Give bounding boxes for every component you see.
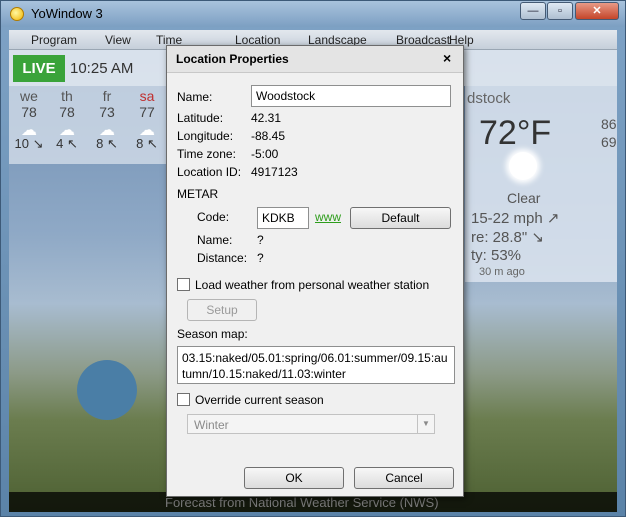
longitude-label: Longitude: — [177, 129, 234, 143]
www-link[interactable]: www — [315, 210, 341, 224]
clock-readout: 10:25 AM — [70, 60, 134, 77]
close-window-button[interactable]: ✕ — [575, 2, 619, 20]
high-temperature: 86 — [601, 116, 617, 132]
forecast-wind: 4 ↖ — [56, 136, 78, 151]
current-temperature: 72°F — [479, 114, 552, 152]
forecast-day-name: sa — [139, 88, 155, 104]
minimize-button[interactable]: — — [520, 2, 546, 20]
forecast-high: 78 — [59, 104, 75, 120]
latitude-label: Latitude: — [177, 111, 224, 125]
wind-readout: 15-22 mph ↗ — [471, 210, 560, 227]
longitude-value: -88.45 — [251, 129, 286, 143]
timezone-label: Time zone: — [177, 147, 236, 161]
yowindow-app-icon — [10, 7, 24, 21]
distance-value: ? — [257, 251, 264, 265]
location-id-label: Location ID: — [177, 165, 242, 179]
location-name[interactable]: dstock — [467, 90, 510, 107]
dialog-titlebar[interactable]: Location Properties × — [167, 46, 463, 73]
timezone-value: -5:00 — [251, 147, 279, 161]
tree-illustration — [77, 360, 137, 420]
season-select[interactable]: Winter ▼ — [187, 414, 435, 434]
window-title: YoWindow 3 — [31, 6, 103, 21]
forecast-source-text: Forecast from National Weather Service (… — [165, 495, 439, 510]
forecast-day[interactable]: th 78 ☁ 4 ↖ — [49, 88, 85, 152]
maximize-button[interactable]: ▫ — [547, 2, 573, 20]
latitude-value: 42.31 — [251, 111, 282, 125]
menu-view[interactable]: View — [105, 33, 131, 47]
override-season-label[interactable]: Override current season — [195, 393, 324, 407]
name-input[interactable]: Woodstock — [251, 85, 451, 107]
metar-name-label: Name: — [197, 233, 233, 247]
live-button[interactable]: LIVE — [13, 55, 65, 82]
setup-button[interactable]: Setup — [187, 299, 257, 321]
cloud-icon: ☁ — [21, 122, 37, 139]
name-label: Name: — [177, 90, 213, 104]
observation-age: 30 m ago — [479, 266, 525, 278]
condition-text: Clear — [507, 190, 541, 206]
humidity-readout: ty: 53% — [471, 247, 522, 264]
pressure-readout: re: 28.8" ↘ — [471, 229, 544, 246]
forecast-day-name: th — [61, 88, 73, 104]
metar-code-input[interactable]: KDKB — [257, 207, 309, 229]
cloud-icon: ☁ — [99, 122, 115, 139]
sun-icon — [509, 152, 537, 180]
forecast-day-name: we — [20, 88, 38, 104]
low-temperature: 69 — [601, 134, 617, 150]
forecast-day[interactable]: fr 73 ☁ 8 ↖ — [89, 88, 125, 152]
forecast-day-name: fr — [102, 88, 112, 104]
code-label: Code: — [197, 210, 230, 224]
season-map-input[interactable]: 03.15:naked/05.01:spring/06.01:summer/09… — [177, 346, 455, 384]
forecast-panel: we 78 ☁ 10 ↘ th 78 ☁ 4 ↖ fr 73 ☁ 8 ↖ sa … — [9, 86, 169, 164]
metar-name-value: ? — [257, 233, 264, 247]
menu-program[interactable]: Program — [31, 33, 77, 47]
ok-button[interactable]: OK — [244, 467, 344, 489]
forecast-high: 77 — [139, 104, 155, 120]
cloud-icon: ☁ — [139, 122, 155, 139]
season-select-value: Winter — [194, 418, 229, 432]
location-properties-dialog: Location Properties × Name: Woodstock La… — [166, 45, 464, 497]
load-pws-checkbox[interactable] — [177, 278, 190, 291]
default-button[interactable]: Default — [350, 207, 451, 229]
window-titlebar[interactable]: YoWindow 3 — ▫ ✕ — [1, 1, 625, 27]
chevron-down-icon: ▼ — [417, 415, 434, 433]
override-season-checkbox[interactable] — [177, 393, 190, 406]
close-icon[interactable]: × — [443, 50, 451, 66]
forecast-wind: 10 ↘ — [14, 136, 44, 151]
cloud-icon: ☁ — [59, 122, 75, 139]
location-id-value: 4917123 — [251, 165, 298, 179]
metar-heading: METAR — [177, 187, 219, 201]
dialog-title: Location Properties — [176, 52, 289, 66]
forecast-wind: 8 ↖ — [136, 136, 158, 151]
load-pws-label[interactable]: Load weather from personal weather stati… — [195, 278, 429, 292]
forecast-high: 73 — [99, 104, 115, 120]
forecast-day[interactable]: we 78 ☁ 10 ↘ — [11, 88, 47, 152]
current-weather-panel: dstock 72°F 86 69 Clear 15-22 mph ↗ re: … — [465, 86, 617, 282]
forecast-high: 78 — [21, 104, 37, 120]
season-map-label: Season map: — [177, 327, 248, 341]
cancel-button[interactable]: Cancel — [354, 467, 454, 489]
forecast-wind: 8 ↖ — [96, 136, 118, 151]
forecast-day[interactable]: sa 77 ☁ 8 ↖ — [129, 88, 165, 152]
distance-label: Distance: — [197, 251, 248, 265]
